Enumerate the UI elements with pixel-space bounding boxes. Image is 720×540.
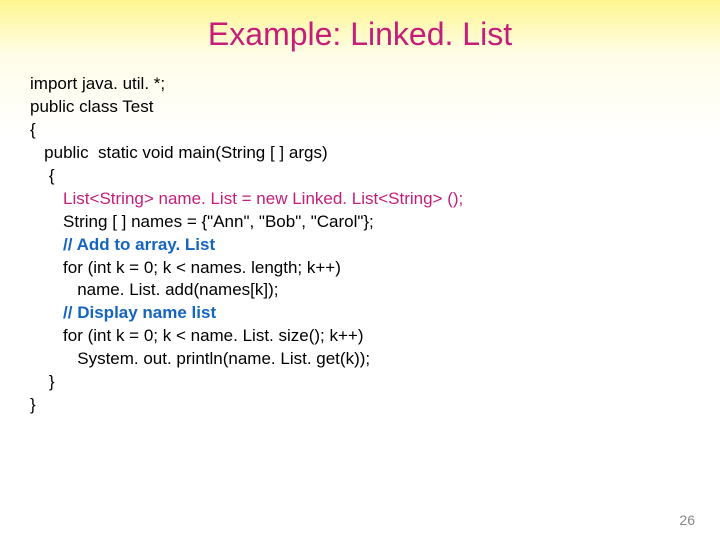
code-line: System. out. println(name. List. get(k))… xyxy=(30,348,690,371)
code-line: String [ ] names = {"Ann", "Bob", "Carol… xyxy=(30,211,690,234)
code-comment: // Display name list xyxy=(30,302,690,325)
code-line: { xyxy=(30,165,690,188)
code-line: import java. util. *; xyxy=(30,73,690,96)
code-line: for (int k = 0; k < name. List. size(); … xyxy=(30,325,690,348)
slide-title: Example: Linked. List xyxy=(0,0,720,53)
page-number: 26 xyxy=(679,512,695,528)
code-block: import java. util. *; public class Test … xyxy=(0,53,720,417)
code-line: } xyxy=(30,394,690,417)
code-line: } xyxy=(30,371,690,394)
code-comment: // Add to array. List xyxy=(30,234,690,257)
code-line: for (int k = 0; k < names. length; k++) xyxy=(30,257,690,280)
code-line: name. List. add(names[k]); xyxy=(30,279,690,302)
code-line: public static void main(String [ ] args) xyxy=(30,142,690,165)
code-line: public class Test xyxy=(30,96,690,119)
code-line: List<String> name. List = new Linked. Li… xyxy=(30,188,690,211)
code-line: { xyxy=(30,119,690,142)
